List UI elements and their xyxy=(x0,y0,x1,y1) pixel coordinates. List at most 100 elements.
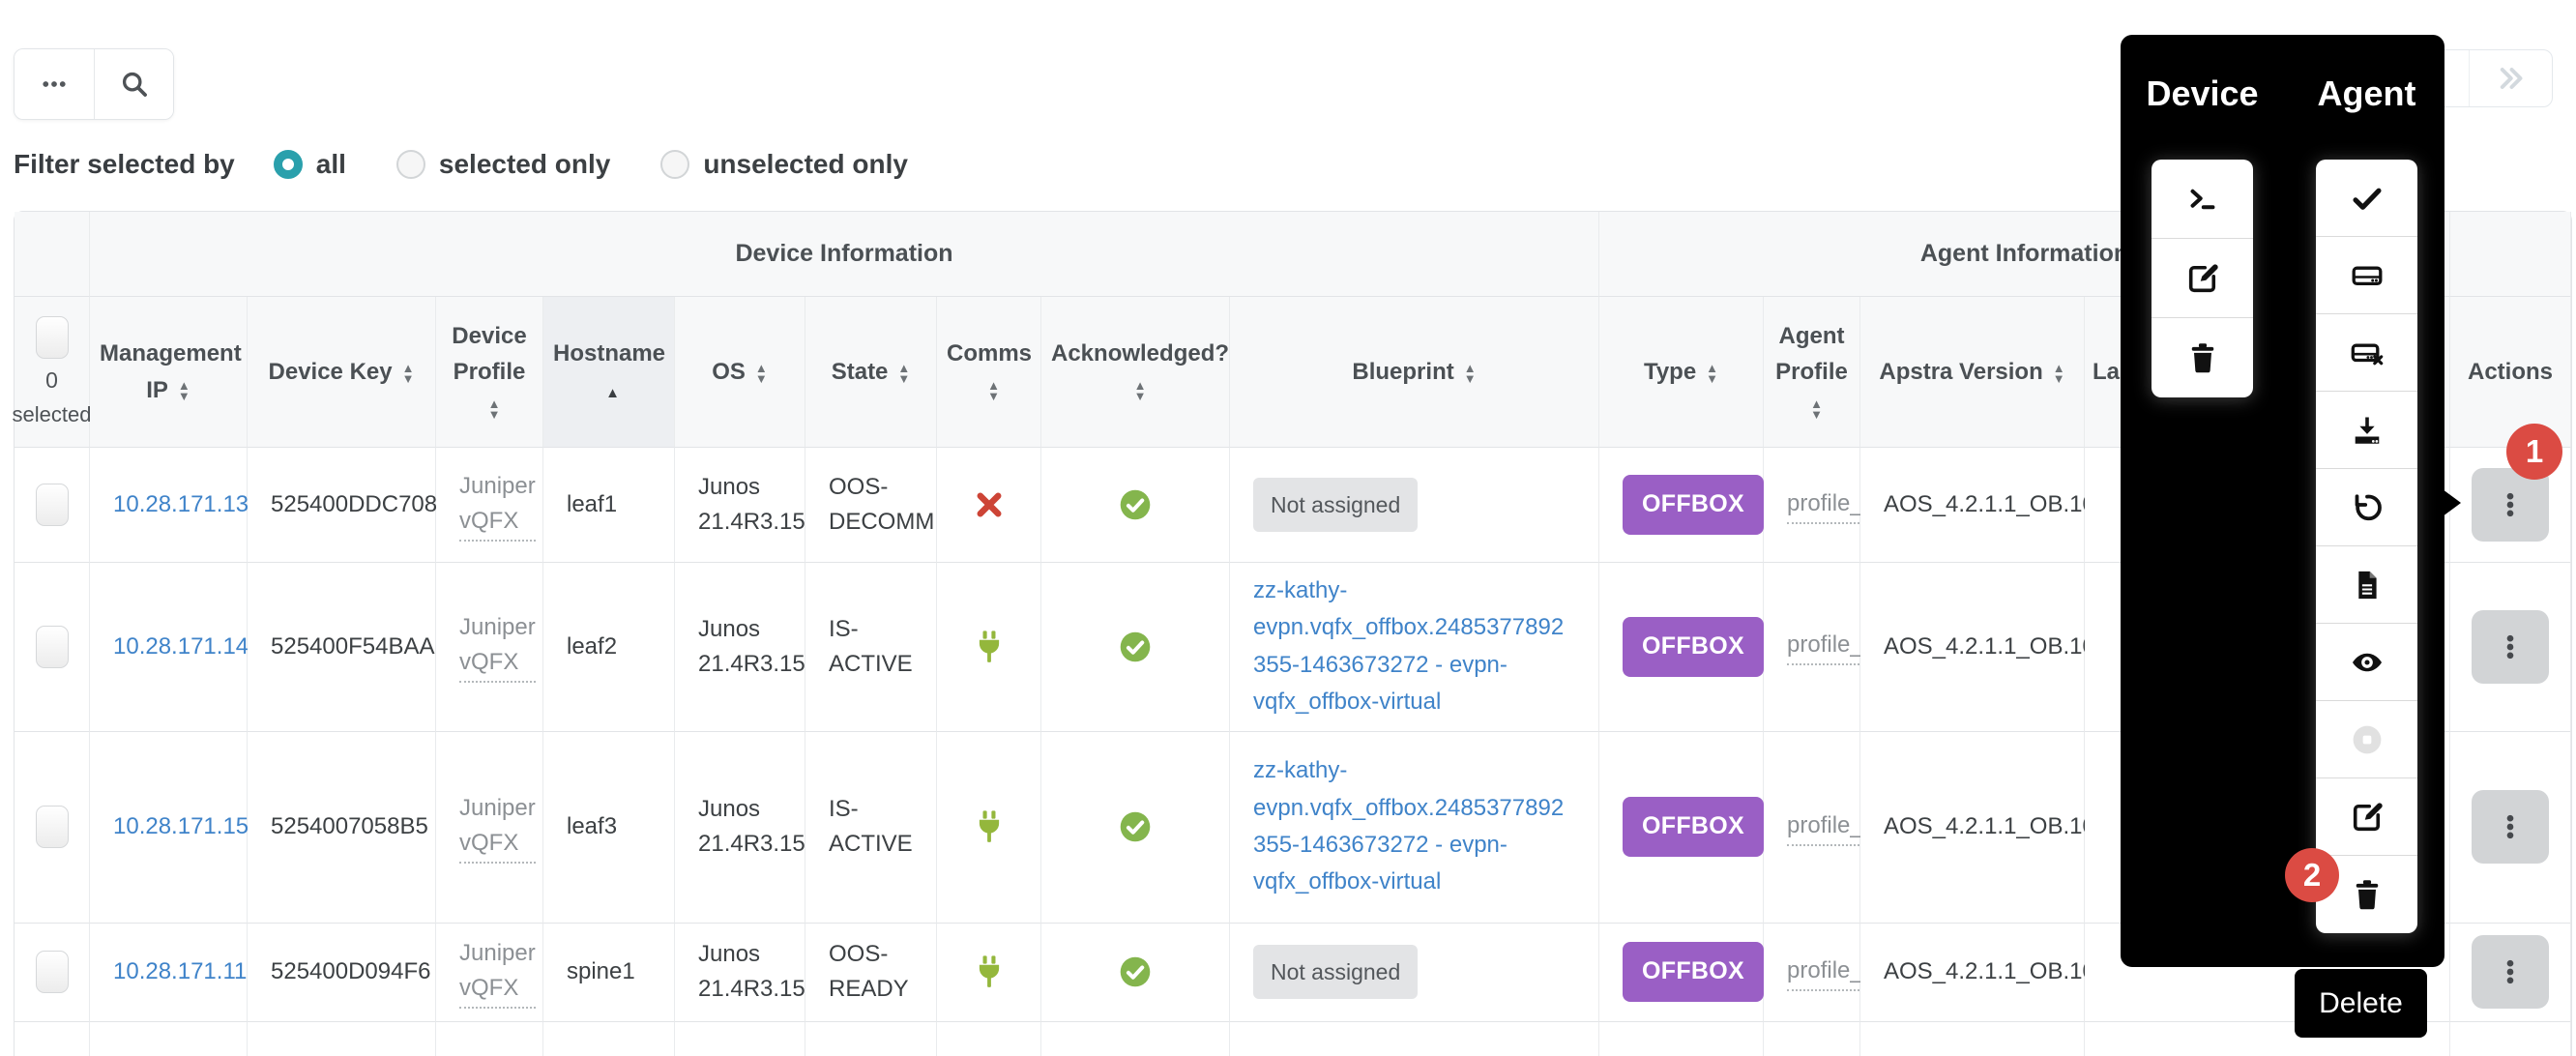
dots-vertical-icon xyxy=(2495,956,2526,987)
cell-actions xyxy=(2450,732,2571,924)
device-profile-value[interactable]: Juniper vQFX xyxy=(459,936,536,1009)
col-header-type[interactable]: Type▲▼ xyxy=(1599,297,1764,448)
device-profile-value[interactable]: Juniper vQFX xyxy=(459,469,536,542)
col-header-agent_profile[interactable]: Agent Profile▲▼ xyxy=(1764,297,1860,448)
cell-device-key xyxy=(248,1022,436,1056)
agent-action-check[interactable] xyxy=(2316,160,2417,237)
agent-action-drive[interactable] xyxy=(2316,237,2417,314)
cell-blueprint: Not assigned xyxy=(1230,448,1599,563)
radio-selected-icon[interactable] xyxy=(274,150,303,179)
radio-icon[interactable] xyxy=(660,150,689,179)
annotation-badge-1: 1 xyxy=(2506,424,2562,480)
group-device-information: Device Information xyxy=(90,212,1599,297)
row-checkbox[interactable] xyxy=(36,626,69,668)
sort-asc-icon: ▲ xyxy=(605,386,620,400)
group-spacer-right xyxy=(2450,212,2571,297)
selected-count: 0 xyxy=(45,367,58,394)
col-header-device_profile[interactable]: Device Profile▲▼ xyxy=(436,297,543,448)
row-checkbox[interactable] xyxy=(36,806,69,848)
sort-icon: ▲▼ xyxy=(488,398,501,420)
col-header-os[interactable]: OS▲▼ xyxy=(675,297,805,448)
sort-icon: ▲▼ xyxy=(402,363,415,384)
col-header-acknowledged[interactable]: Acknowledged?▲▼ xyxy=(1041,297,1230,448)
drive-icon xyxy=(2350,258,2385,293)
filter-option-selected-only[interactable]: selected only xyxy=(396,149,610,180)
agent-action-eye[interactable] xyxy=(2316,624,2417,701)
ack-check-icon xyxy=(1118,954,1153,989)
table-toolbar xyxy=(14,48,174,120)
row-checkbox[interactable] xyxy=(36,951,69,993)
management-ip-link[interactable]: 10.28.171.14 xyxy=(113,630,249,664)
col-header-label: Device Profile▲▼ xyxy=(446,318,533,426)
cell-actions xyxy=(2450,924,2571,1022)
management-ip-link[interactable]: 10.28.171.15 xyxy=(113,809,249,844)
cell-type: OFFBOX xyxy=(1599,448,1764,563)
device-action-trash[interactable] xyxy=(2152,318,2253,397)
cell-blueprint: zz-kathy- xyxy=(1230,1022,1599,1056)
download-icon xyxy=(2350,413,2385,448)
device-actions-stack xyxy=(2152,160,2253,397)
agent-action-drive-x[interactable] xyxy=(2316,314,2417,392)
filter-option-unselected-only[interactable]: unselected only xyxy=(660,149,908,180)
group-spacer-left xyxy=(15,212,90,297)
cursor-arrow xyxy=(2439,486,2461,519)
blueprint-link[interactable]: zz-kathy-evpn.vqfx_offbox.2485377892355-… xyxy=(1253,752,1591,901)
col-header-state[interactable]: State▲▼ xyxy=(805,297,937,448)
management-ip-link[interactable]: 10.28.171.11 xyxy=(113,954,247,989)
pagination-chevron-double-right-button[interactable] xyxy=(2469,50,2553,106)
agent-action-undo[interactable] xyxy=(2316,469,2417,546)
agent-action-download[interactable] xyxy=(2316,392,2417,469)
row-actions-button[interactable] xyxy=(2472,610,2549,684)
cell-comms xyxy=(937,924,1041,1022)
cell-agent-profile xyxy=(1764,1022,1860,1056)
agent-action-edit[interactable] xyxy=(2316,778,2417,856)
cell-select xyxy=(15,732,90,924)
sort-icon: ▲▼ xyxy=(987,380,1000,401)
cell-os: Junos 21.4R3.15 xyxy=(675,924,805,1022)
col-header-label: Device Key▲▼ xyxy=(257,354,425,390)
col-header-label: Actions xyxy=(2460,354,2561,390)
device-action-terminal[interactable] xyxy=(2152,160,2253,239)
ack-check-icon xyxy=(1118,630,1153,664)
trash-icon xyxy=(2350,877,2385,912)
col-header-label: OS▲▼ xyxy=(685,354,795,390)
row-checkbox[interactable] xyxy=(36,484,69,526)
filter-option-all[interactable]: all xyxy=(274,149,346,180)
dots-vertical-icon xyxy=(2495,811,2526,842)
terminal-icon xyxy=(2185,182,2220,217)
col-header-device_key[interactable]: Device Key▲▼ xyxy=(248,297,436,448)
management-ip-link[interactable]: 10.28.171.13 xyxy=(113,487,249,522)
col-header-label: Management IP▲▼ xyxy=(100,336,237,407)
col-header-label: Type▲▼ xyxy=(1609,354,1753,390)
col-header-comms[interactable]: Comms▲▼ xyxy=(937,297,1041,448)
blueprint-link[interactable]: zz-kathy-evpn.vqfx_offbox.2485377892355-… xyxy=(1253,572,1591,721)
comms-up-icon xyxy=(971,953,1008,990)
row-actions-button[interactable] xyxy=(2472,790,2549,864)
agent-actions-stack xyxy=(2316,160,2417,933)
col-header-apstra_version[interactable]: Apstra Version▲▼ xyxy=(1860,297,2085,448)
col-header-hostname[interactable]: Hostname▲ xyxy=(543,297,675,448)
col-header-management_ip[interactable]: Management IP▲▼ xyxy=(90,297,248,448)
ellipsis-menu-button[interactable] xyxy=(15,49,94,119)
cell-comms xyxy=(937,448,1041,563)
cell-device-profile: Juniper vQFX xyxy=(436,732,543,924)
stop-icon xyxy=(2350,722,2385,757)
select-all-checkbox[interactable] xyxy=(36,316,69,359)
sort-icon: ▲▼ xyxy=(755,363,768,384)
agent-action-file[interactable] xyxy=(2316,546,2417,624)
cell-comms xyxy=(937,732,1041,924)
col-header-blueprint[interactable]: Blueprint▲▼ xyxy=(1230,297,1599,448)
cell-type: OFFBOX xyxy=(1599,563,1764,732)
device-profile-value[interactable]: Juniper vQFX xyxy=(459,791,536,864)
cell-apstra-version xyxy=(1860,1022,2085,1056)
search-button[interactable] xyxy=(94,49,173,119)
comms-up-icon xyxy=(971,808,1008,845)
radio-icon[interactable] xyxy=(396,150,425,179)
dots-vertical-icon xyxy=(2495,631,2526,662)
cell-os: Junos 21.4R3.15 xyxy=(675,563,805,732)
search-icon xyxy=(119,69,150,100)
device-profile-value[interactable]: Juniper vQFX xyxy=(459,610,536,683)
device-action-edit[interactable] xyxy=(2152,239,2253,318)
row-actions-button[interactable] xyxy=(2472,935,2549,1009)
dots-vertical-icon xyxy=(2495,489,2526,520)
